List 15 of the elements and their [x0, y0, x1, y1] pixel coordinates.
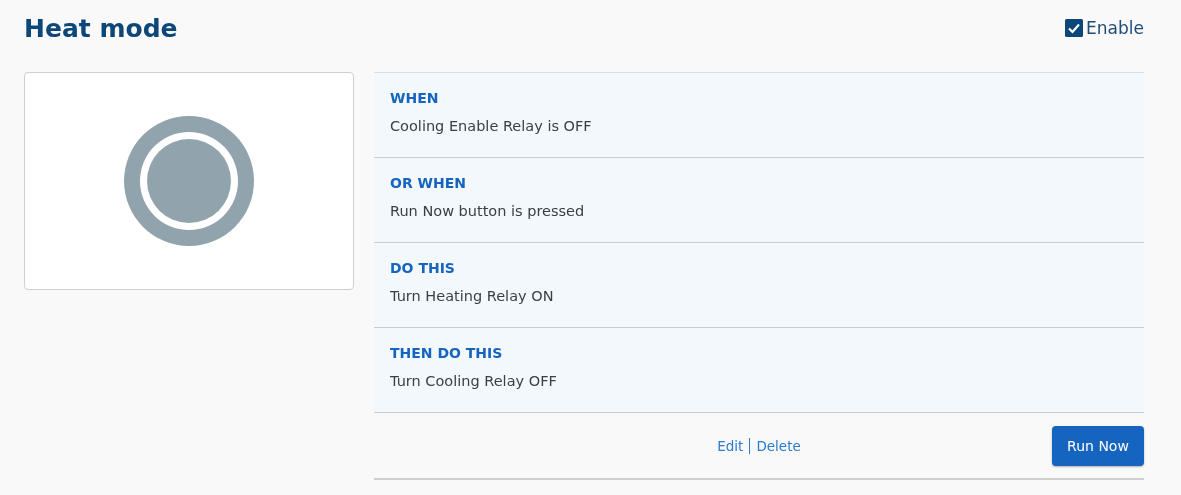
record-icon [124, 116, 254, 246]
rule-text: Cooling Enable Relay is OFF [390, 118, 593, 134]
rule-heading: DO THIS [390, 260, 456, 276]
rule-text: Turn Cooling Relay OFF [390, 373, 558, 389]
rule-heading: WHEN [390, 90, 440, 106]
checkbox[interactable] [1065, 19, 1084, 37]
rule-text: Run Now button is pressed [390, 203, 586, 219]
action-link[interactable]: Edit [711, 437, 750, 454]
checkbox-label[interactable]: Enable [1086, 18, 1144, 38]
run-now-button[interactable]: Run Now [1052, 425, 1144, 466]
action-link[interactable]: Delete [749, 437, 807, 454]
page-title: Heat mode [24, 13, 178, 43]
rule-heading: THEN DO THIS [390, 345, 504, 361]
rule-heading: OR WHEN [390, 175, 467, 191]
rule-text: Turn Heating Relay ON [390, 288, 555, 304]
